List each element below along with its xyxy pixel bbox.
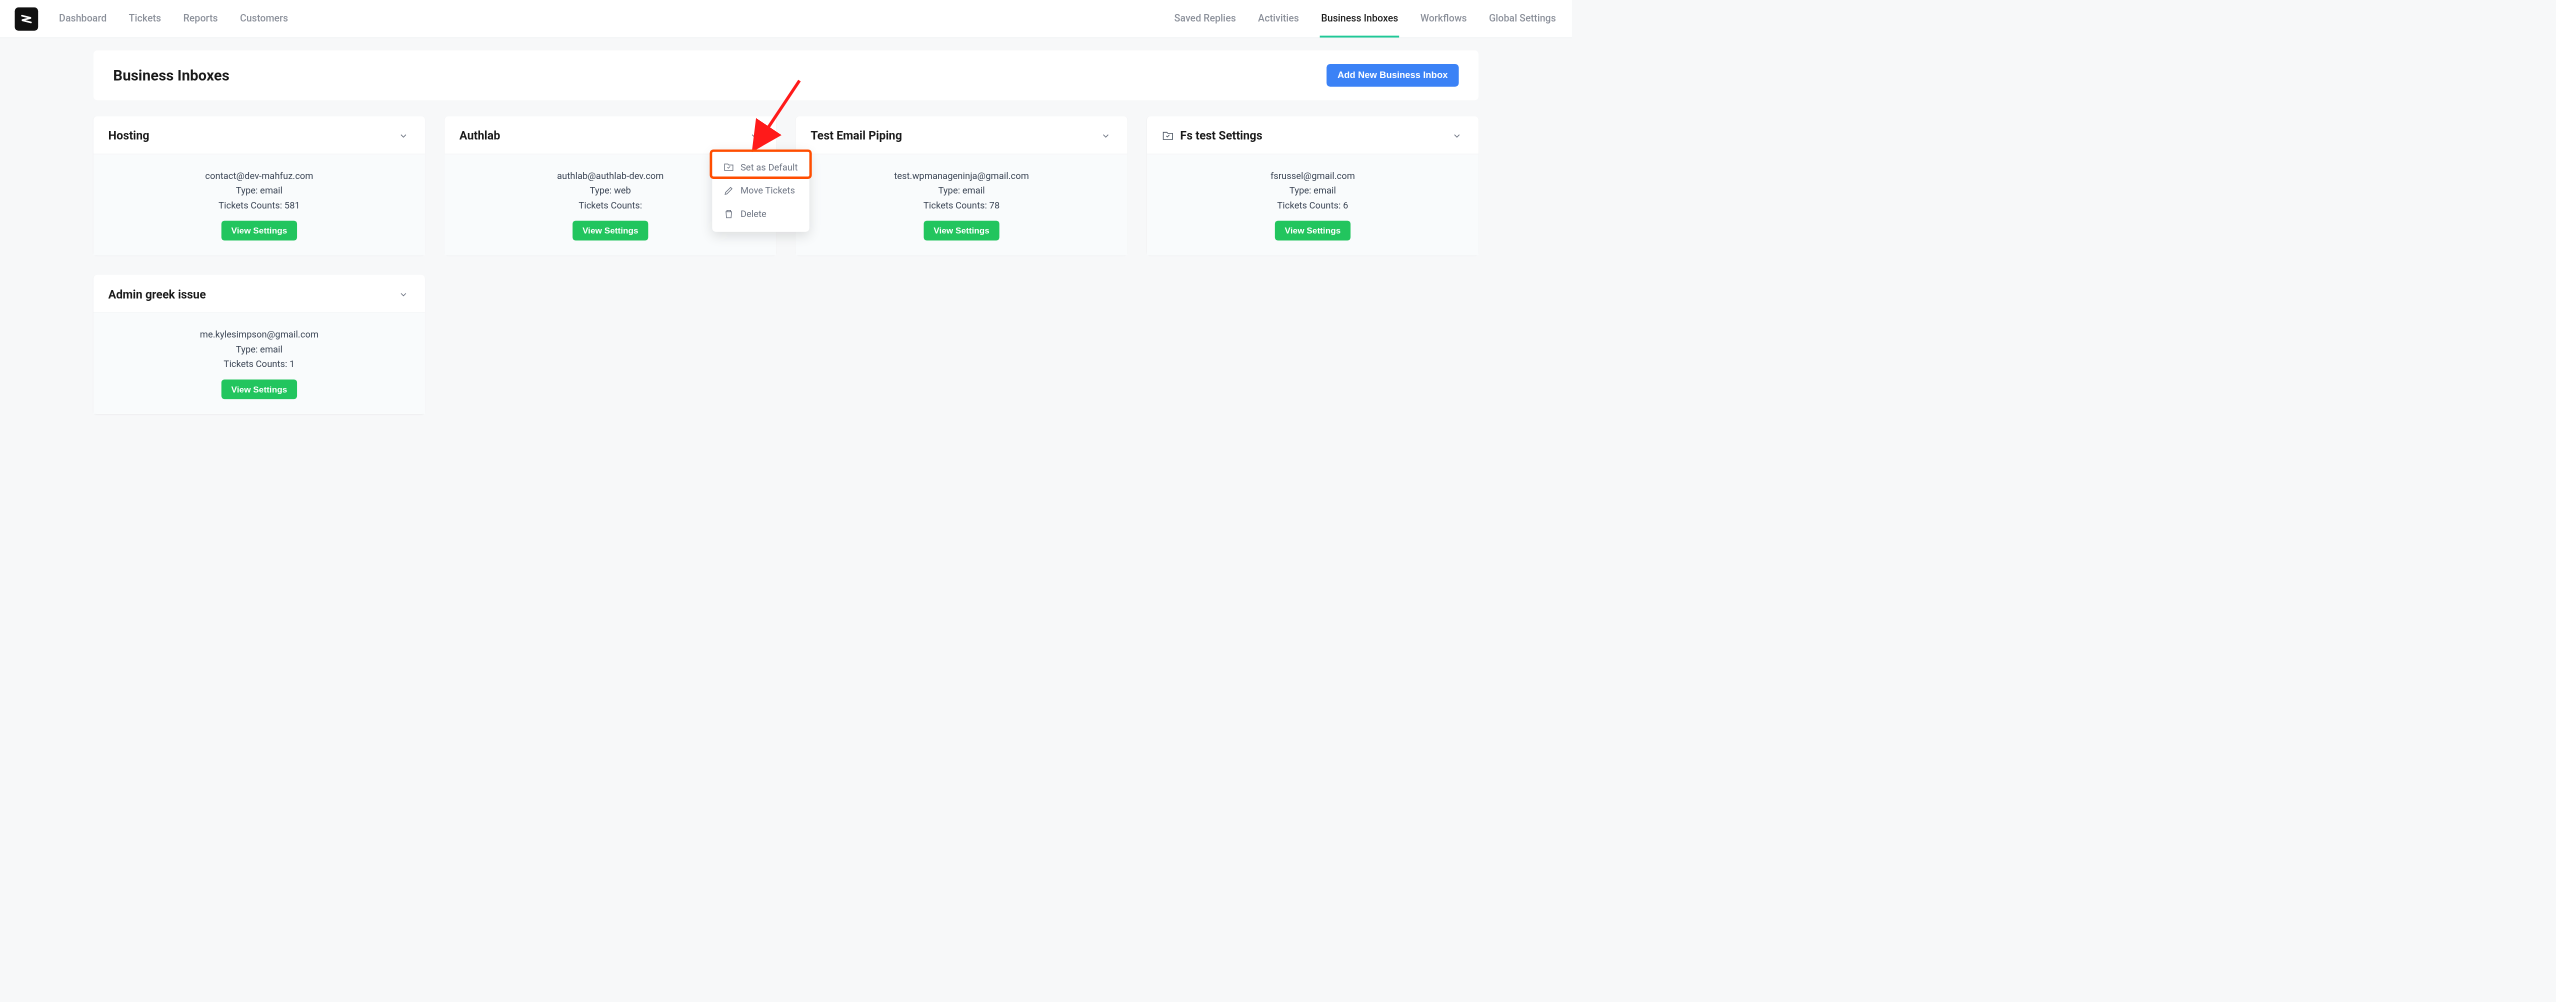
app-logo[interactable] (15, 7, 38, 30)
nav-workflows[interactable]: Workflows (1419, 12, 1468, 37)
card-title: Admin greek issue (108, 287, 206, 301)
card-body: contact@dev-mahfuz.com Type: email Ticke… (93, 154, 424, 255)
chevron-down-icon (399, 131, 409, 141)
card-type: Type: email (808, 185, 1115, 196)
card-menu-toggle[interactable] (1450, 129, 1464, 143)
dropdown-set-default[interactable]: Set as Default (712, 156, 809, 179)
card-header: Fs test Settings (1147, 116, 1478, 154)
dropdown-delete[interactable]: Delete (712, 202, 809, 225)
card-header: Admin greek issue (93, 275, 424, 313)
card-email: me.kylesimpson@gmail.com (106, 329, 413, 340)
chevron-down-icon (1101, 131, 1111, 141)
card-menu-toggle[interactable] (397, 129, 411, 143)
card-ticket-count: Tickets Counts: 581 (106, 200, 413, 211)
folder-check-icon (723, 162, 734, 173)
card-menu-toggle[interactable] (748, 129, 762, 143)
card-menu-toggle[interactable] (1099, 129, 1113, 143)
card-title: Hosting (108, 129, 149, 143)
card-ticket-count: Tickets Counts: 6 (1159, 200, 1466, 211)
inbox-card: Fs test Settings fsrussel@gmail.com Type… (1147, 116, 1478, 255)
inbox-card-grid: Hosting contact@dev-mahfuz.com Type: ema… (93, 116, 1478, 414)
card-header: Test Email Piping (796, 116, 1127, 154)
dropdown-move-tickets[interactable]: Move Tickets (712, 179, 809, 202)
card-header: Hosting (93, 116, 424, 154)
trash-icon (723, 208, 734, 219)
nav-saved-replies[interactable]: Saved Replies (1173, 12, 1237, 37)
nav-primary: Dashboard Tickets Reports Customers (58, 0, 1173, 37)
card-email: contact@dev-mahfuz.com (106, 170, 413, 181)
add-business-inbox-button[interactable]: Add New Business Inbox (1326, 64, 1458, 87)
inbox-card: Test Email Piping test.wpmanageninja@gma… (796, 116, 1127, 255)
top-navbar: Dashboard Tickets Reports Customers Save… (0, 0, 1572, 38)
card-menu-toggle[interactable] (397, 288, 411, 302)
card-email: test.wpmanageninja@gmail.com (808, 170, 1115, 181)
nav-reports[interactable]: Reports (182, 12, 219, 37)
page-content: Business Inboxes Add New Business Inbox … (0, 38, 1572, 438)
view-settings-button[interactable]: View Settings (221, 379, 297, 399)
nav-dashboard[interactable]: Dashboard (58, 12, 108, 37)
nav-tickets[interactable]: Tickets (128, 12, 163, 37)
card-body: test.wpmanageninja@gmail.com Type: email… (796, 154, 1127, 255)
chevron-down-icon (399, 289, 409, 299)
card-email: fsrussel@gmail.com (1159, 170, 1466, 181)
card-ticket-count: Tickets Counts: 1 (106, 359, 413, 370)
view-settings-button[interactable]: View Settings (221, 221, 297, 241)
pencil-icon (723, 185, 734, 196)
view-settings-button[interactable]: View Settings (1275, 221, 1351, 241)
dropdown-item-label: Delete (740, 208, 766, 219)
card-title: Authlab (459, 129, 500, 143)
chevron-down-icon (1452, 131, 1462, 141)
dropdown-item-label: Set as Default (740, 162, 797, 173)
card-title: Fs test Settings (1180, 129, 1262, 143)
card-body: fsrussel@gmail.com Type: email Tickets C… (1147, 154, 1478, 255)
card-dropdown-menu: Set as Default Move Tickets Delete (712, 149, 809, 231)
view-settings-button[interactable]: View Settings (573, 221, 649, 241)
inbox-card: Hosting contact@dev-mahfuz.com Type: ema… (93, 116, 424, 255)
nav-activities[interactable]: Activities (1257, 12, 1300, 37)
logo-icon (20, 12, 34, 26)
nav-secondary: Saved Replies Activities Business Inboxe… (1173, 0, 1557, 37)
page-header: Business Inboxes Add New Business Inbox (93, 50, 1478, 100)
nav-global-settings[interactable]: Global Settings (1488, 12, 1557, 37)
card-type: Type: email (106, 344, 413, 355)
chevron-down-icon (750, 131, 760, 141)
view-settings-button[interactable]: View Settings (924, 221, 1000, 241)
inbox-card: Authlab authlab@authlab-dev.com Type: we… (445, 116, 776, 255)
card-body: me.kylesimpson@gmail.com Type: email Tic… (93, 313, 424, 414)
default-inbox-icon (1162, 129, 1174, 141)
nav-customers[interactable]: Customers (239, 12, 290, 37)
dropdown-item-label: Move Tickets (740, 185, 794, 196)
card-title: Test Email Piping (811, 129, 902, 143)
card-ticket-count: Tickets Counts: 78 (808, 200, 1115, 211)
page-title: Business Inboxes (113, 67, 229, 84)
nav-business-inboxes[interactable]: Business Inboxes (1320, 12, 1400, 37)
card-type: Type: email (106, 185, 413, 196)
inbox-card: Admin greek issue me.kylesimpson@gmail.c… (93, 275, 424, 414)
card-type: Type: email (1159, 185, 1466, 196)
